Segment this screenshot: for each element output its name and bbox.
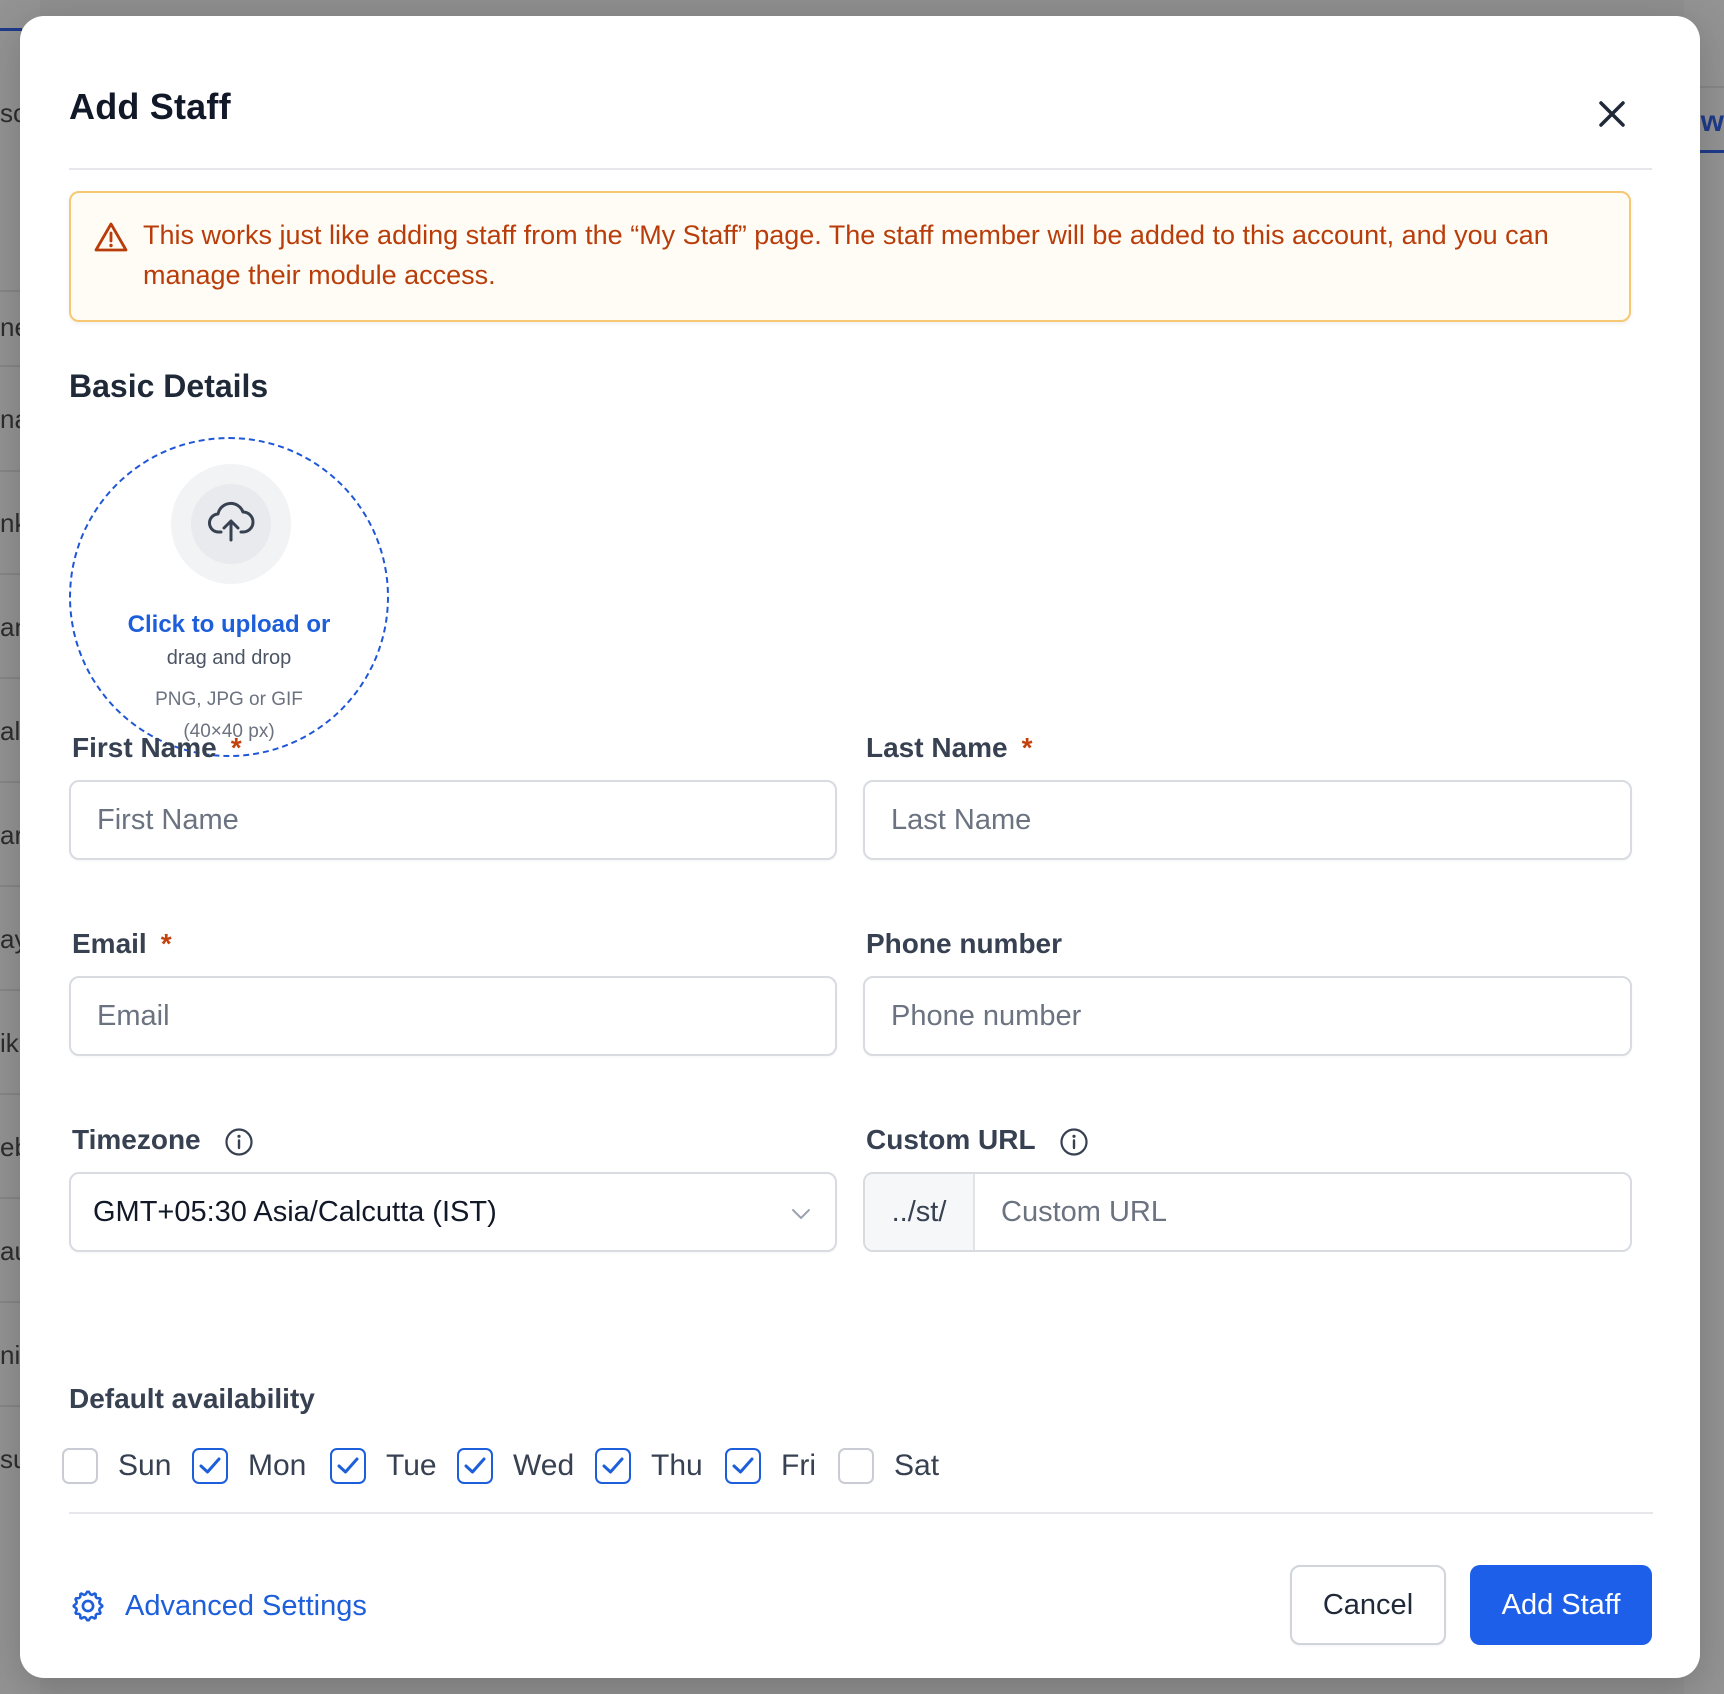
- checkmark-icon: [602, 1457, 624, 1474]
- required-asterisk: *: [230, 732, 242, 763]
- day-checkbox-thu[interactable]: Thu: [595, 1446, 703, 1486]
- advanced-settings-label: Advanced Settings: [125, 1589, 367, 1622]
- day-label: Fri: [781, 1449, 816, 1482]
- day-label: Thu: [651, 1449, 703, 1482]
- phone-label: Phone number: [866, 928, 1063, 959]
- day-label: Sat: [894, 1449, 940, 1482]
- footer-divider: [69, 1512, 1653, 1514]
- timezone-label: Timezone: [72, 1124, 254, 1157]
- warning-triangle-icon: [93, 219, 129, 255]
- timezone-select[interactable]: GMT+05:30 Asia/Calcutta (IST): [69, 1172, 837, 1252]
- custom-url-prefix: ../st/: [865, 1174, 975, 1250]
- checkbox-checked[interactable]: [595, 1448, 631, 1484]
- modal-header: Add Staff: [69, 68, 1652, 170]
- custom-url-input[interactable]: Custom URL: [975, 1174, 1630, 1250]
- info-icon[interactable]: [224, 1127, 254, 1157]
- upload-icon-circle: [171, 464, 291, 584]
- checkbox-checked[interactable]: [192, 1448, 228, 1484]
- checkbox-unchecked[interactable]: [62, 1448, 98, 1484]
- default-availability-title: Default availability: [69, 1383, 315, 1414]
- day-checkbox-mon[interactable]: Mon: [192, 1446, 306, 1486]
- upload-link-text[interactable]: Click to upload or: [71, 611, 387, 639]
- add-staff-button[interactable]: Add Staff: [1470, 1565, 1652, 1645]
- day-checkbox-wed[interactable]: Wed: [457, 1446, 574, 1486]
- day-label: Wed: [513, 1449, 575, 1482]
- gear-icon: [72, 1590, 104, 1622]
- checkmark-icon: [337, 1457, 359, 1474]
- required-asterisk: *: [160, 928, 172, 959]
- cloud-upload-icon: [208, 501, 255, 542]
- day-checkbox-tue[interactable]: Tue: [330, 1446, 437, 1486]
- background-text: ik: [0, 1028, 19, 1058]
- background-underline: [0, 28, 22, 31]
- custom-url-label: Custom URL: [866, 1124, 1089, 1157]
- last-name-input[interactable]: Last Name: [863, 780, 1632, 860]
- day-checkbox-sat[interactable]: Sat: [838, 1446, 939, 1486]
- upload-hint-text: drag and drop: [166, 647, 292, 669]
- info-icon[interactable]: [1059, 1127, 1089, 1157]
- alert-text: This works just like adding staff from t…: [143, 220, 1549, 290]
- checkbox-unchecked[interactable]: [838, 1448, 874, 1484]
- email-label: Email *: [72, 928, 172, 960]
- timezone-selected-value: GMT+05:30 Asia/Calcutta (IST): [93, 1196, 497, 1228]
- day-label: Mon: [248, 1449, 307, 1482]
- checkmark-icon: [732, 1457, 754, 1474]
- email-input[interactable]: Email: [69, 976, 837, 1056]
- required-asterisk: *: [1021, 732, 1033, 763]
- first-name-label: First Name *: [72, 732, 242, 764]
- day-label: Tue: [386, 1449, 437, 1482]
- custom-url-field: ../st/ Custom URL: [863, 1172, 1632, 1252]
- first-name-input[interactable]: First Name: [69, 780, 837, 860]
- checkmark-icon: [464, 1457, 486, 1474]
- advanced-settings-link[interactable]: Advanced Settings: [69, 1586, 367, 1626]
- add-staff-modal: Add Staff This works just like adding st…: [20, 16, 1700, 1678]
- email-label-text: Email: [72, 928, 147, 959]
- last-name-label: Last Name *: [866, 732, 1033, 764]
- photo-upload-dropzone[interactable]: Click to upload or drag and drop PNG, JP…: [69, 437, 389, 757]
- day-checkbox-sun[interactable]: Sun: [62, 1446, 171, 1486]
- modal-title: Add Staff: [69, 86, 231, 127]
- day-label: Sun: [118, 1449, 172, 1482]
- cancel-button[interactable]: Cancel: [1290, 1565, 1446, 1645]
- timezone-label-text: Timezone: [72, 1124, 201, 1155]
- info-alert: This works just like adding staff from t…: [69, 191, 1631, 322]
- close-icon[interactable]: [1592, 94, 1632, 134]
- chevron-down-icon: [792, 1209, 810, 1219]
- checkbox-checked[interactable]: [330, 1448, 366, 1484]
- background-text: ni: [0, 1340, 21, 1370]
- first-name-label-text: First Name: [72, 732, 217, 763]
- checkbox-checked[interactable]: [457, 1448, 493, 1484]
- custom-url-label-text: Custom URL: [866, 1124, 1036, 1155]
- upload-format-text: PNG, JPG or GIF: [155, 689, 303, 710]
- checkbox-checked[interactable]: [725, 1448, 761, 1484]
- checkmark-icon: [199, 1457, 221, 1474]
- day-checkbox-fri[interactable]: Fri: [725, 1446, 816, 1486]
- section-title-basic-details: Basic Details: [69, 368, 269, 404]
- phone-input[interactable]: Phone number: [863, 976, 1632, 1056]
- last-name-label-text: Last Name: [866, 732, 1008, 763]
